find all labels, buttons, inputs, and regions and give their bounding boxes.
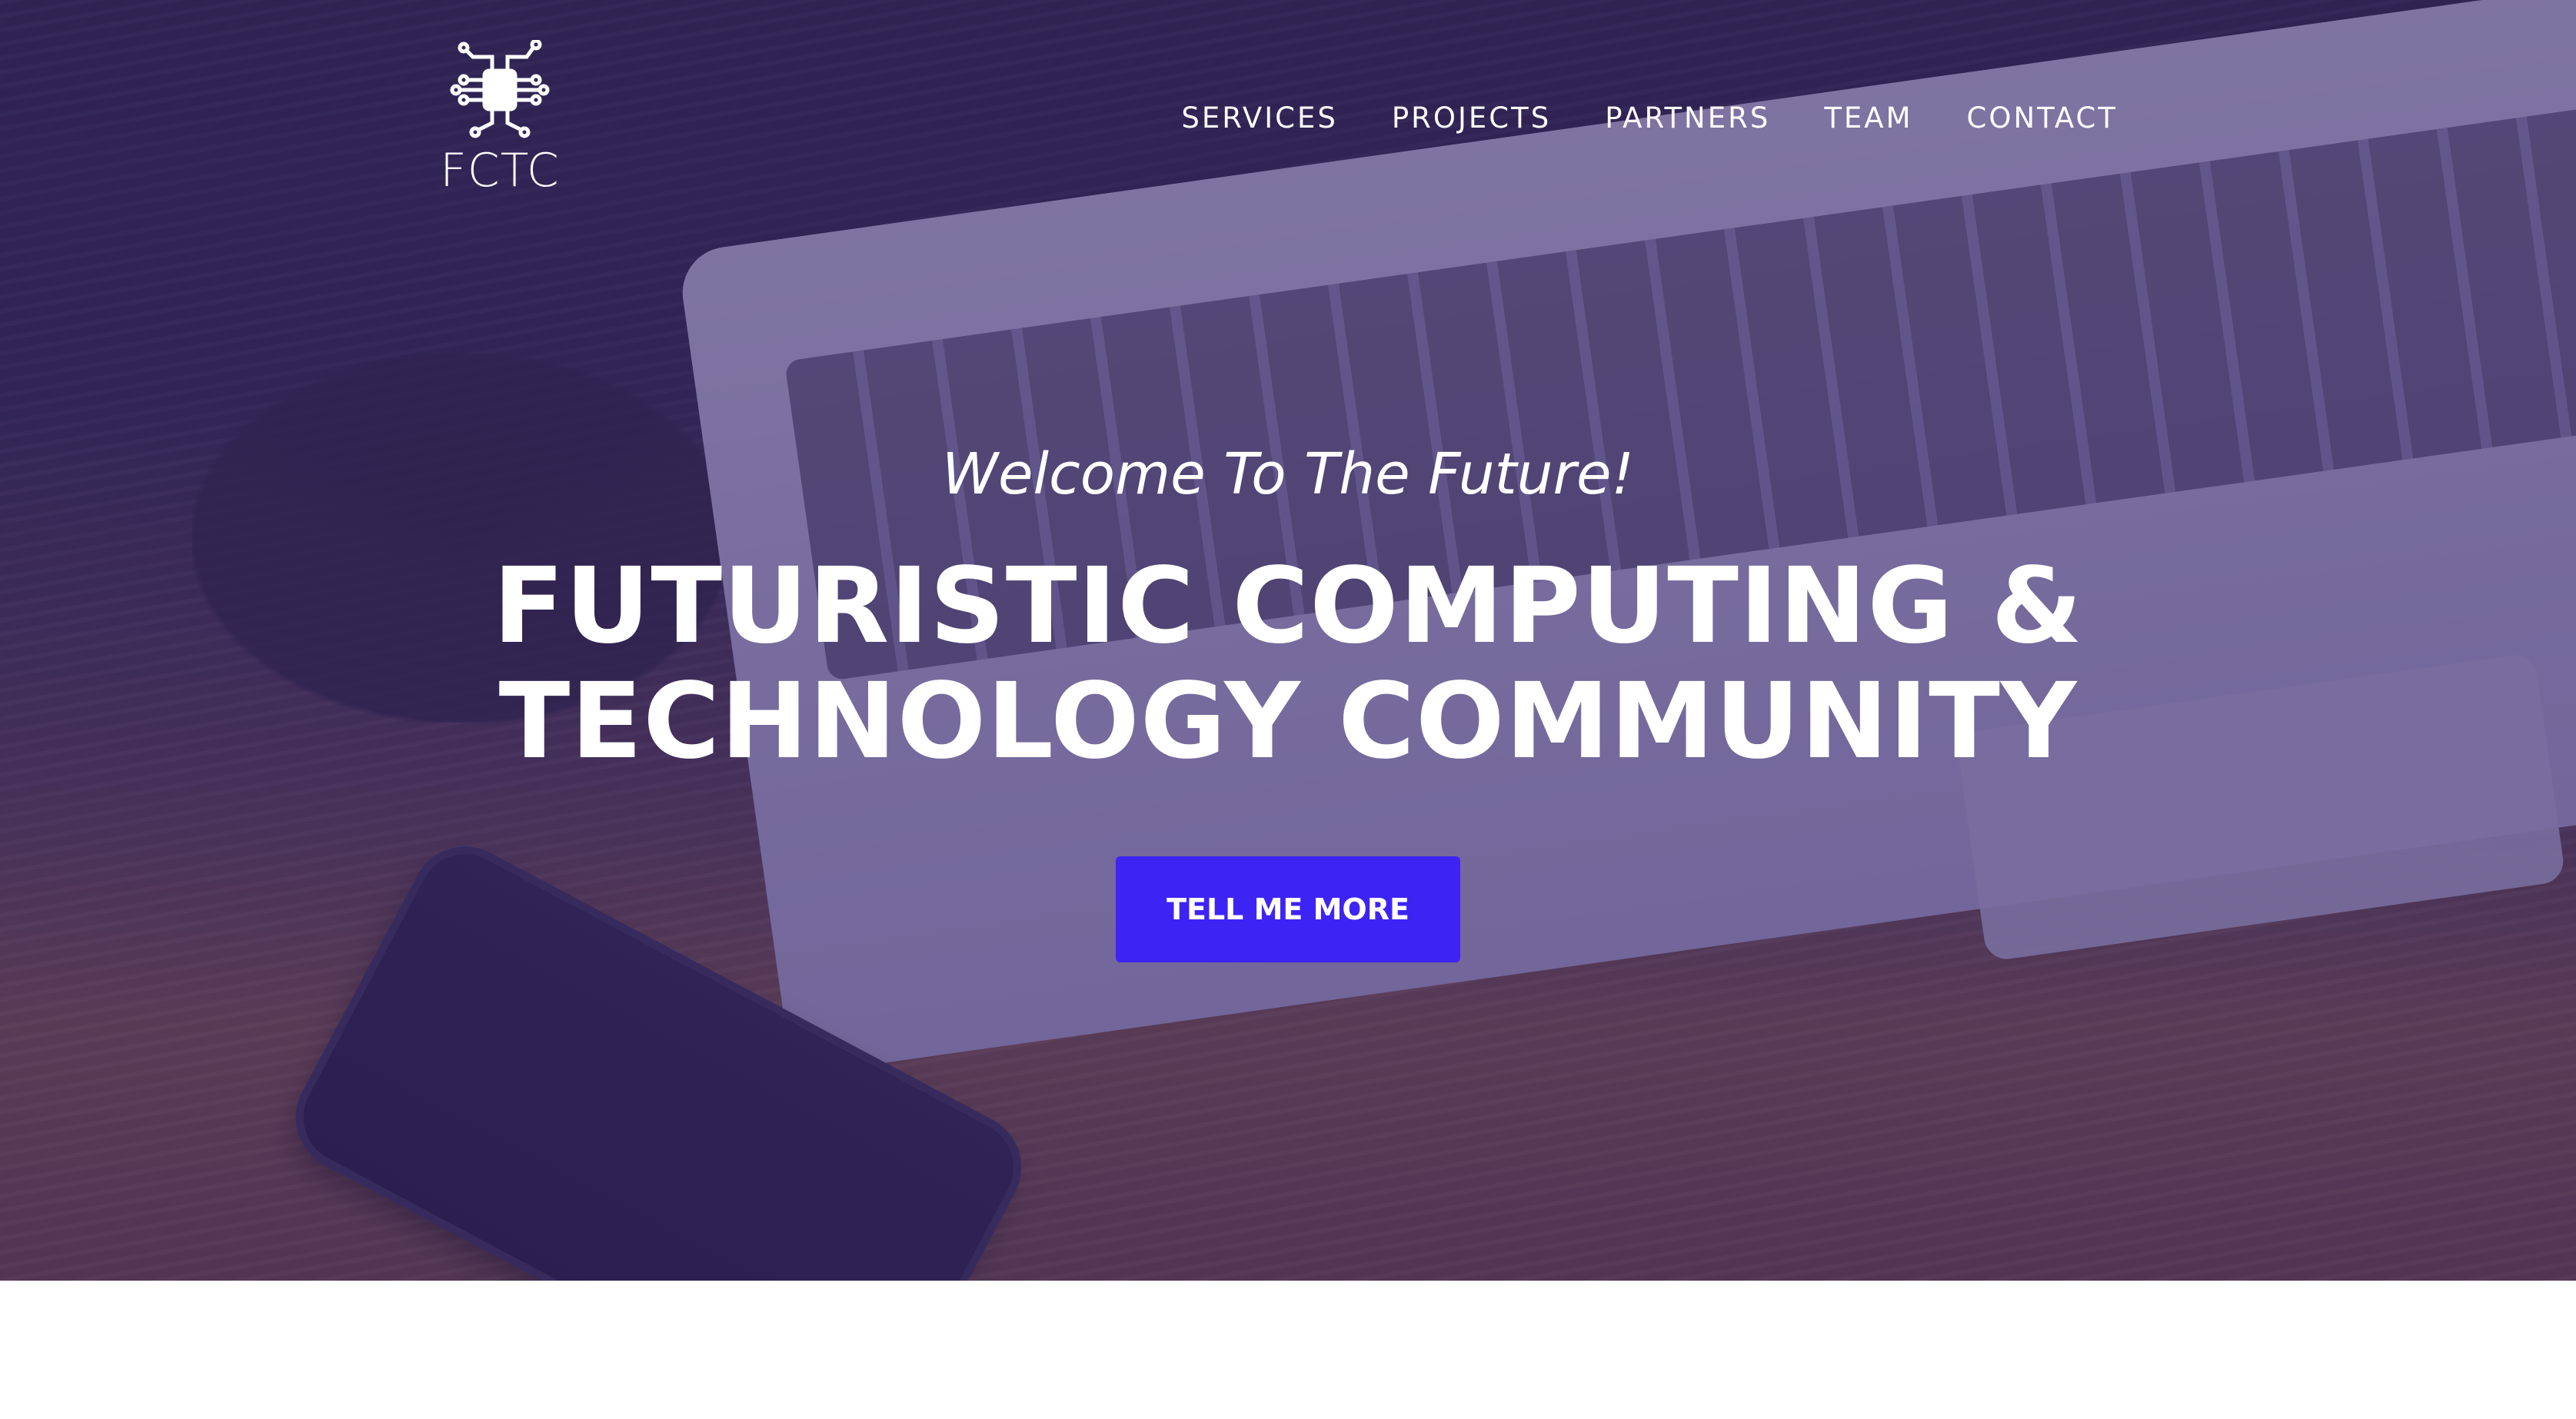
brand-name: FCTC <box>440 144 560 198</box>
nav-item-team[interactable]: TEAM <box>1824 101 1912 135</box>
main-nav: SERVICES PROJECTS PARTNERS TEAM CONTACT <box>1181 101 2118 135</box>
nav-item-projects[interactable]: PROJECTS <box>1392 101 1551 135</box>
hero-subheading: Welcome To The Future! <box>941 441 1635 507</box>
hero-heading-line2: TECHNOLOGY COMMUNITY <box>498 661 2078 783</box>
hero-section: FCTC SERVICES PROJECTS PARTNERS TEAM CON… <box>0 0 2576 1281</box>
brand-logo[interactable]: FCTC <box>431 40 569 194</box>
nav-item-contact[interactable]: CONTACT <box>1967 101 2118 135</box>
page-below-hero <box>0 1281 2576 1419</box>
nav-item-services[interactable]: SERVICES <box>1181 101 1337 135</box>
hero-heading-line1: FUTURISTIC COMPUTING & <box>493 546 2083 667</box>
hero-heading: FUTURISTIC COMPUTING & TECHNOLOGY COMMUN… <box>0 549 2576 779</box>
tell-me-more-button[interactable]: TELL ME MORE <box>1116 856 1460 962</box>
nav-item-partners[interactable]: PARTNERS <box>1605 101 1770 135</box>
hero-content: Welcome To The Future! FUTURISTIC COMPUT… <box>0 446 2576 962</box>
circuit-chip-icon <box>450 40 550 138</box>
